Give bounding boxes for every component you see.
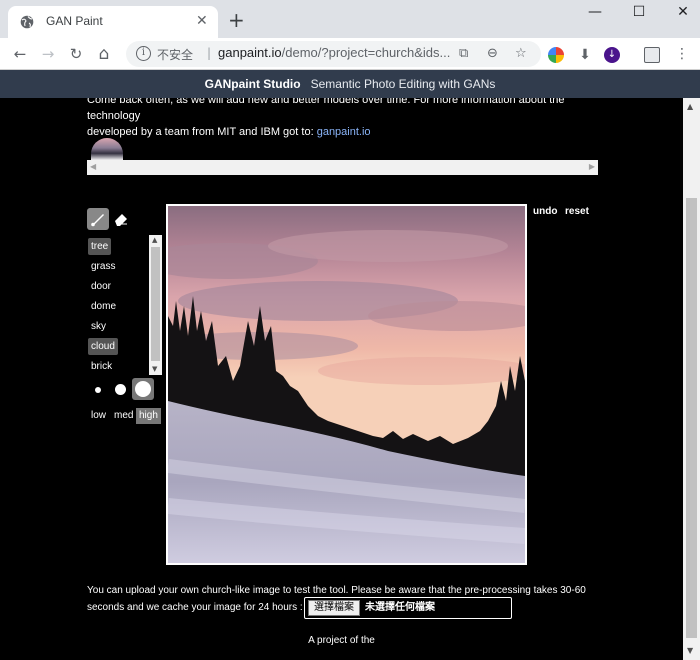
- brush-size-large: [135, 381, 151, 397]
- page-scrollbar[interactable]: ▲ ▼: [683, 98, 700, 660]
- sample-thumbnail[interactable]: [91, 138, 123, 160]
- brush-size-large-button[interactable]: [132, 378, 154, 400]
- address-bar[interactable]: i 不安全 | ganpaint.io/demo/?project=church…: [126, 41, 541, 67]
- page-scroll-thumb[interactable]: [686, 198, 697, 638]
- url-text[interactable]: ganpaint.io/demo/?project=church&ids...: [218, 45, 450, 60]
- footer-text: A project of the: [308, 635, 375, 646]
- label-tree[interactable]: tree: [88, 238, 112, 255]
- label-brick[interactable]: brick: [88, 358, 115, 375]
- browser-toolbar: ← → ↻ ⌂ i 不安全 | ganpaint.io/demo/?projec…: [0, 38, 700, 70]
- sample-image-strip: ◀ ▶: [87, 138, 598, 176]
- strength-low[interactable]: low: [88, 408, 109, 424]
- site-tagline: Semantic Photo Editing with GANs: [310, 77, 496, 91]
- brush-size-small[interactable]: [95, 387, 101, 393]
- scroll-right-icon[interactable]: ▶: [589, 162, 595, 171]
- file-upload-input[interactable]: 選擇檔案 未選擇任何檔案: [304, 597, 512, 619]
- canvas-image: [168, 206, 525, 563]
- reload-button[interactable]: ↻: [66, 44, 86, 64]
- page-scroll-down-icon[interactable]: ▼: [687, 646, 693, 655]
- eraser-icon: [115, 214, 127, 226]
- strength-med[interactable]: med: [111, 408, 136, 424]
- translate-icon[interactable]: ⧉: [459, 46, 468, 61]
- menu-icon[interactable]: ⋮: [672, 44, 692, 64]
- browser-tab-bar: GAN Paint ✕ + — ☐ ✕: [0, 0, 700, 38]
- globe-icon: [20, 15, 34, 29]
- forward-button[interactable]: →: [38, 44, 58, 64]
- security-label: 不安全: [157, 48, 194, 62]
- intro-text: Come back often, as we will add new and …: [87, 98, 607, 140]
- browser-tab[interactable]: GAN Paint ✕: [8, 6, 218, 38]
- close-window-button[interactable]: ✕: [668, 4, 698, 20]
- download-manager-icon[interactable]: ↓: [604, 47, 620, 63]
- paint-canvas[interactable]: [166, 204, 527, 565]
- info-icon[interactable]: i: [136, 46, 151, 61]
- label-sky[interactable]: sky: [88, 318, 109, 335]
- url-separator: |: [207, 46, 212, 60]
- site-header: GANpaint Studio Semantic Photo Editing wi…: [0, 70, 700, 98]
- label-cloud[interactable]: cloud: [88, 338, 118, 355]
- extension-icon-colorful[interactable]: [548, 47, 564, 63]
- site-brand[interactable]: GANpaint Studio: [205, 77, 301, 91]
- intro-line-2-prefix: developed by a team from MIT and IBM got…: [87, 126, 314, 138]
- label-grass[interactable]: grass: [88, 258, 118, 275]
- brush-size-medium[interactable]: [115, 384, 126, 395]
- label-scroll-thumb[interactable]: [151, 247, 160, 361]
- tab-title: GAN Paint: [46, 14, 103, 28]
- label-door[interactable]: door: [88, 278, 114, 295]
- label-dome[interactable]: dome: [88, 298, 119, 315]
- zoom-icon[interactable]: ⊖: [487, 46, 498, 61]
- back-button[interactable]: ←: [10, 44, 30, 64]
- star-icon[interactable]: ☆: [515, 46, 527, 61]
- tab-close-icon[interactable]: ✕: [196, 13, 208, 29]
- home-button[interactable]: ⌂: [94, 44, 114, 64]
- label-list: tree grass door dome sky cloud brick ▲ ▼: [87, 235, 162, 375]
- scroll-left-icon[interactable]: ◀: [90, 162, 96, 171]
- strength-high[interactable]: high: [136, 408, 161, 424]
- maximize-button[interactable]: ☐: [624, 4, 654, 20]
- page-scroll-up-icon[interactable]: ▲: [687, 102, 693, 111]
- ganpaint-link[interactable]: ganpaint.io: [317, 126, 371, 138]
- minimize-button[interactable]: —: [580, 4, 610, 20]
- no-file-chosen-text: 未選擇任何檔案: [365, 602, 435, 613]
- scroll-down-icon[interactable]: ▼: [152, 365, 157, 373]
- eraser-tool-button[interactable]: [110, 208, 132, 230]
- brush-icon: [91, 214, 104, 227]
- new-tab-button[interactable]: +: [228, 10, 245, 30]
- label-list-scrollbar[interactable]: ▲ ▼: [149, 235, 162, 375]
- intro-line-1: Come back often, as we will add new and …: [87, 98, 565, 122]
- calendar-extension-icon[interactable]: [644, 47, 660, 63]
- url-path: /demo/?project=church&ids...: [281, 45, 451, 60]
- horizontal-scrollbar[interactable]: ◀ ▶: [87, 160, 598, 175]
- brush-tool-button[interactable]: [87, 208, 109, 230]
- undo-button[interactable]: undo: [533, 206, 557, 217]
- scroll-up-icon[interactable]: ▲: [152, 236, 157, 244]
- page-content: Come back often, as we will add new and …: [0, 98, 683, 660]
- reset-button[interactable]: reset: [565, 206, 589, 217]
- download-icon[interactable]: ⬇: [577, 47, 593, 63]
- choose-file-button[interactable]: 選擇檔案: [308, 600, 360, 616]
- url-host: ganpaint.io: [218, 45, 282, 60]
